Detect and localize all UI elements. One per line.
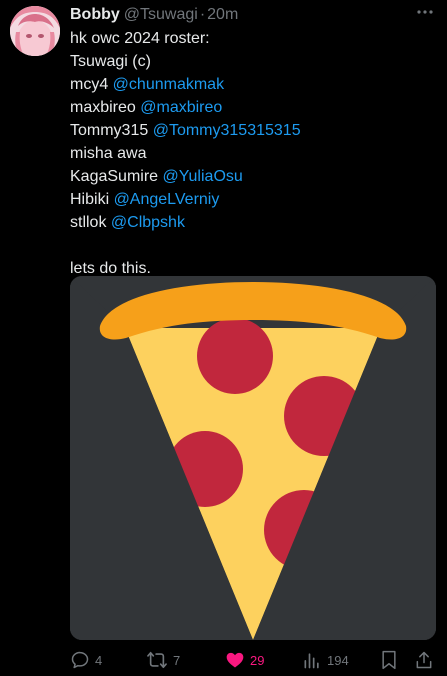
tweet-line-text: stllok bbox=[70, 214, 111, 231]
pizza-slice-icon bbox=[70, 276, 436, 640]
views-icon bbox=[304, 653, 319, 669]
avatar-image bbox=[10, 6, 60, 56]
author-name[interactable]: Bobby bbox=[70, 6, 120, 24]
tweet-line: Tsuwagi (c) bbox=[70, 50, 430, 73]
separator-dot: · bbox=[199, 6, 206, 23]
tweet-text: hk owc 2024 roster: Tsuwagi (c) mcy4 @chun… bbox=[70, 27, 430, 280]
reply-button[interactable]: 4 bbox=[70, 648, 102, 672]
views-button[interactable]: 194 bbox=[302, 648, 349, 672]
tweet-line: mcy4 @chunmakmak bbox=[70, 73, 430, 96]
share-button[interactable] bbox=[414, 648, 434, 672]
tweet-line-text: Tommy315 bbox=[70, 122, 153, 139]
more-icon[interactable] bbox=[411, 2, 439, 22]
tweet-line-text: hk owc 2024 roster: bbox=[70, 30, 210, 47]
tweet-line: Tommy315 @Tommy315315315 bbox=[70, 119, 430, 142]
tweet-line: KagaSumire @YuliaOsu bbox=[70, 165, 430, 188]
tweet-line-text: misha awa bbox=[70, 145, 147, 162]
reply-icon bbox=[71, 651, 89, 669]
views-count: 194 bbox=[327, 652, 349, 668]
mention-link[interactable]: @Clbpshk bbox=[111, 214, 185, 231]
tweet-line-text: Tsuwagi (c) bbox=[70, 53, 151, 70]
tweet-time[interactable]: 20m bbox=[207, 6, 238, 24]
tweet-actions: 4 7 29 194 bbox=[70, 648, 439, 672]
mention-link[interactable]: @Tommy315315315 bbox=[153, 122, 301, 139]
avatar[interactable] bbox=[10, 6, 60, 56]
tweet-header: Bobby @Tsuwagi · 20m bbox=[70, 4, 437, 26]
mention-link[interactable]: @AngeLVerniy bbox=[114, 191, 220, 208]
like-icon bbox=[226, 652, 244, 668]
bookmark-icon bbox=[382, 650, 396, 670]
tweet-line-text: mcy4 bbox=[70, 76, 113, 93]
tweet-line-text: Hibiki bbox=[70, 191, 114, 208]
author-handle[interactable]: @Tsuwagi bbox=[124, 6, 198, 24]
repost-icon bbox=[147, 651, 167, 669]
mention-link[interactable]: @maxbireo bbox=[140, 99, 222, 116]
tweet-line: Hibiki @AngeLVerniy bbox=[70, 188, 430, 211]
line-spacer bbox=[70, 234, 430, 257]
bookmark-button[interactable] bbox=[380, 648, 398, 672]
tweet-line: misha awa bbox=[70, 142, 430, 165]
repost-button[interactable]: 7 bbox=[146, 648, 180, 672]
tweet-line: maxbireo @maxbireo bbox=[70, 96, 430, 119]
mention-link[interactable]: @chunmakmak bbox=[113, 76, 224, 93]
like-button[interactable]: 29 bbox=[225, 648, 264, 672]
repost-count: 7 bbox=[173, 652, 181, 668]
mention-link[interactable]: @YuliaOsu bbox=[163, 168, 243, 185]
tweet-line: hk owc 2024 roster: bbox=[70, 27, 430, 50]
reply-count: 4 bbox=[95, 652, 103, 668]
tweet-line: stllok @Clbpshk bbox=[70, 211, 430, 234]
tweet-media[interactable] bbox=[70, 276, 436, 640]
like-count: 29 bbox=[250, 652, 265, 668]
tweet-line-text: KagaSumire bbox=[70, 168, 163, 185]
share-icon bbox=[416, 651, 432, 669]
tweet-line-text: maxbireo bbox=[70, 99, 141, 116]
